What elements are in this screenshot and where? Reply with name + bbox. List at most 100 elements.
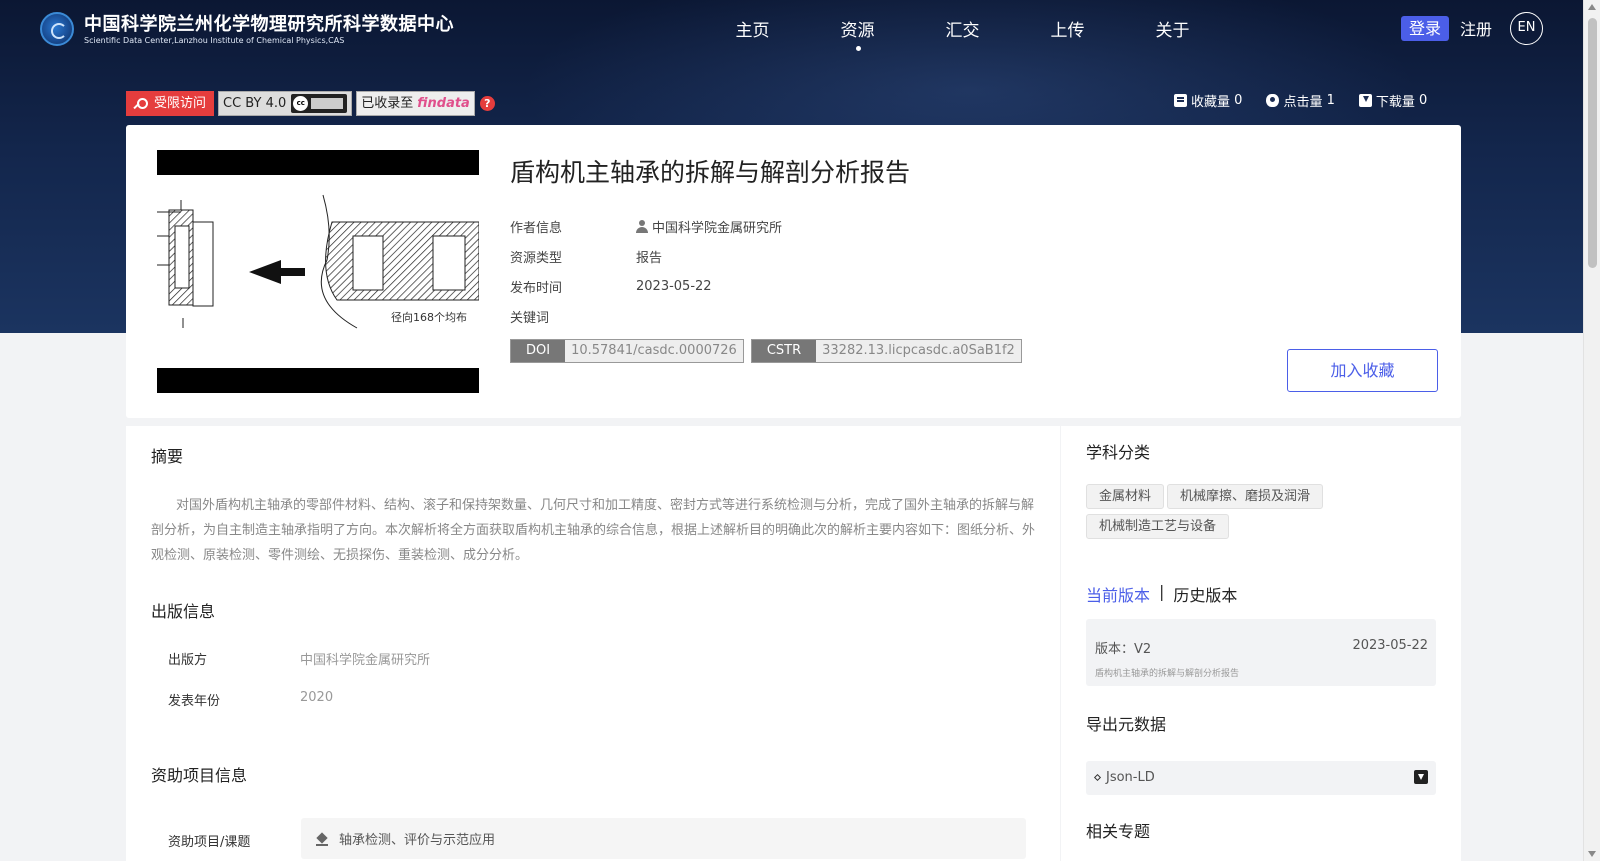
person-icon <box>636 219 648 233</box>
creative-commons-icon: cc <box>291 94 348 113</box>
downloads-stat: 下载量 0 <box>1358 91 1428 110</box>
abstract-title: 摘要 <box>151 447 184 466</box>
meta-value: 报告 <box>636 250 663 266</box>
sidebar: 学科分类 金属材料 机械摩擦、磨损及润滑 机械制造工艺与设备 当前版本 | 历史… <box>1061 426 1461 861</box>
clicks-count: 1 <box>1326 93 1335 108</box>
indexed-label: 已收录至 <box>361 96 414 111</box>
nav-upload[interactable]: 上传 <box>1015 16 1120 41</box>
subject-title: 学科分类 <box>1086 443 1151 462</box>
cc-mark: cc <box>293 96 309 111</box>
eye-icon <box>1266 94 1280 107</box>
funding-title: 资助项目信息 <box>151 766 248 785</box>
license-badge[interactable]: CC BY 4.0 cc <box>218 91 353 116</box>
subject-tags: 金属材料 机械摩擦、磨损及润滑 机械制造工艺与设备 <box>1086 484 1446 544</box>
doi-value: 10.57841/casdc.0000726 <box>565 340 743 362</box>
clicks-stat: 点击量 1 <box>1266 91 1335 110</box>
favorites-stat: 收藏量 0 <box>1174 91 1242 110</box>
scrollbar-thumb[interactable] <box>1588 18 1597 268</box>
year-value: 2020 <box>300 690 334 705</box>
meta-label: 关键词 <box>510 310 550 326</box>
resource-title: 盾构机主轴承的拆解与解剖分析报告 <box>510 158 911 187</box>
downloads-count: 0 <box>1419 93 1428 108</box>
resource-stats: 收藏量 0 点击量 1 下载量 0 <box>1174 91 1451 110</box>
scroll-down-icon[interactable] <box>1588 851 1596 857</box>
restricted-access-badge[interactable]: 受限访问 <box>126 91 215 116</box>
version-tabs: 当前版本 | 历史版本 <box>1086 582 1237 606</box>
cc-stripe <box>311 98 344 109</box>
thumbnail-caption: 径向168个均布 <box>391 310 467 324</box>
subject-tag[interactable]: 金属材料 <box>1086 484 1165 509</box>
meta-label: 资源类型 <box>510 250 563 266</box>
scroll-up-icon[interactable] <box>1588 4 1596 10</box>
cstr-value: 33282.13.licpcasdc.a0SaB1f2 <box>816 340 1021 362</box>
restricted-label: 受限访问 <box>154 96 207 111</box>
site-title[interactable]: 中国科学院兰州化学物理研究所科学数据中心 <box>84 10 454 36</box>
key-icon <box>132 97 148 111</box>
funding-project-name: 轴承检测、评价与示范应用 <box>339 833 496 848</box>
nav-home[interactable]: 主页 <box>700 16 805 41</box>
main-nav: 主页 资源 汇交 上传 关于 <box>700 16 1225 51</box>
funding-project[interactable]: 轴承检测、评价与示范应用 <box>301 818 1026 859</box>
add-to-favorites-button[interactable]: 加入收藏 <box>1287 349 1438 392</box>
favorites-count: 0 <box>1234 93 1243 108</box>
resource-thumbnail[interactable]: 径向168个均布 <box>157 150 479 393</box>
publisher-row: 出版方 中国科学院金属研究所 <box>168 649 430 668</box>
clicks-label: 点击量 <box>1283 95 1323 110</box>
cstr-tag[interactable]: CSTR 33282.13.licpcasdc.a0SaB1f2 <box>750 339 1022 363</box>
publication-title: 出版信息 <box>151 602 216 621</box>
version-date: 2023-05-22 <box>1352 638 1428 653</box>
identifier-tags: DOI 10.57841/casdc.0000726 CSTR 33282.13… <box>510 339 1029 363</box>
main-content: 摘要 对国外盾构机主轴承的零部件材料、结构、滚子和保持架数量、几何尺寸和加工精度… <box>126 426 1060 861</box>
publisher-value: 中国科学院金属研究所 <box>300 653 431 668</box>
abstract-text: 对国外盾构机主轴承的零部件材料、结构、滚子和保持架数量、几何尺寸和加工精度、密封… <box>151 498 1036 563</box>
meta-row-type: 资源类型 报告 <box>510 241 782 271</box>
tab-history-version[interactable]: 历史版本 <box>1173 582 1237 606</box>
doi-tag[interactable]: DOI 10.57841/casdc.0000726 <box>510 339 744 363</box>
nav-about[interactable]: 关于 <box>1120 16 1225 41</box>
resource-badges: 受限访问 CC BY 4.0 cc 已收录至 findata ? <box>126 91 495 116</box>
meta-value: 中国科学院金属研究所 <box>636 217 782 236</box>
related-topics-title: 相关专题 <box>1086 822 1151 841</box>
institute-logo-icon[interactable] <box>40 12 74 46</box>
year-row: 发表年份 2020 <box>168 690 333 709</box>
tab-current-version[interactable]: 当前版本 <box>1086 582 1150 606</box>
favorites-icon <box>1174 94 1187 107</box>
nav-resources[interactable]: 资源 <box>805 16 910 51</box>
page-scrollbar[interactable] <box>1583 0 1600 861</box>
findata-logo: findata <box>417 96 470 111</box>
download-icon[interactable] <box>1414 770 1428 784</box>
license-label: CC BY 4.0 <box>223 96 287 111</box>
meta-row-date: 发布时间 2023-05-22 <box>510 271 782 301</box>
meta-value: 2023-05-22 <box>636 278 712 294</box>
meta-label: 作者信息 <box>510 220 563 236</box>
downloads-label: 下载量 <box>1375 95 1415 110</box>
author-name[interactable]: 中国科学院金属研究所 <box>652 217 782 236</box>
resource-summary-card: 径向168个均布 盾构机主轴承的拆解与解剖分析报告 作者信息 中国科学院金属研究… <box>126 125 1461 418</box>
resource-meta: 作者信息 中国科学院金属研究所 资源类型 报告 发布时间 2023-05-22 … <box>510 211 782 331</box>
findata-badge[interactable]: 已收录至 findata <box>356 91 475 116</box>
year-label: 发表年份 <box>168 694 221 709</box>
version-card[interactable]: 版本：V2 2023-05-22 盾构机主轴承的拆解与解剖分析报告 <box>1086 619 1436 686</box>
meta-label: 发布时间 <box>510 280 563 296</box>
nav-submit[interactable]: 汇交 <box>910 16 1015 41</box>
top-header: 中国科学院兰州化学物理研究所科学数据中心 Scientific Data Cen… <box>0 0 1583 58</box>
register-link[interactable]: 注册 <box>1460 17 1492 42</box>
help-icon[interactable]: ? <box>479 96 495 111</box>
export-title: 导出元数据 <box>1086 715 1167 734</box>
export-format-label: Json-LD <box>1106 770 1155 785</box>
login-button[interactable]: 登录 <box>1401 16 1450 41</box>
meta-row-author: 作者信息 中国科学院金属研究所 <box>510 211 782 241</box>
download-count-icon <box>1358 94 1372 107</box>
funding-label: 资助项目/课题 <box>168 835 251 850</box>
site-subtitle: Scientific Data Center,Lanzhou Institute… <box>84 36 345 45</box>
publisher-label: 出版方 <box>168 653 208 668</box>
favorites-label: 收藏量 <box>1191 95 1231 110</box>
language-toggle-button[interactable]: EN <box>1510 12 1543 45</box>
meta-row-keywords: 关键词 <box>510 301 782 331</box>
cstr-key: CSTR <box>751 340 817 362</box>
doi-key: DOI <box>511 340 566 362</box>
version-tab-separator: | <box>1159 582 1165 601</box>
subject-tag[interactable]: 机械制造工艺与设备 <box>1086 514 1230 539</box>
subject-tag[interactable]: 机械摩擦、磨损及润滑 <box>1167 484 1324 509</box>
export-format-select[interactable]: Json-LD <box>1086 761 1436 795</box>
